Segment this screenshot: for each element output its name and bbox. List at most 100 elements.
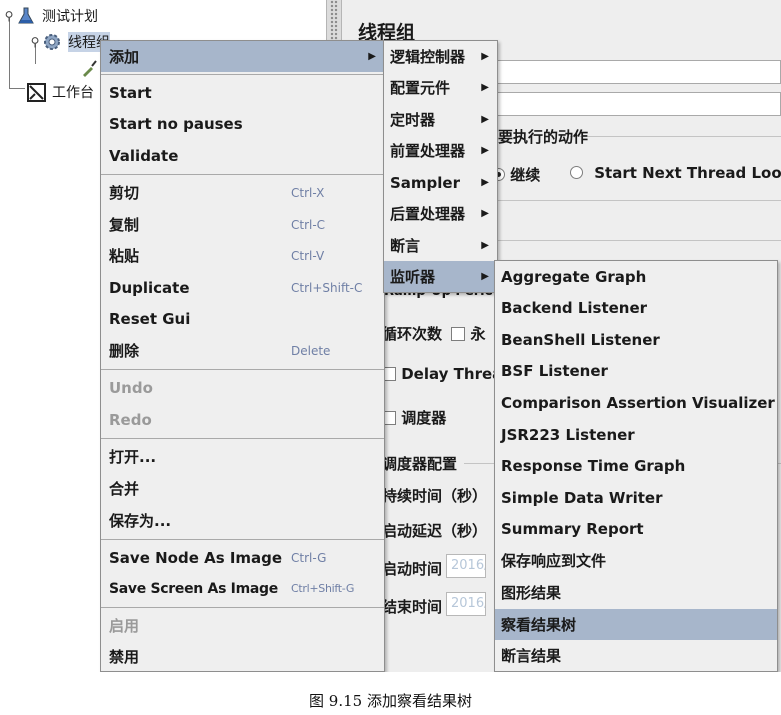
menu-item-label: JSR223 Listener (501, 425, 635, 444)
menu-item-open[interactable]: 打开... (101, 441, 384, 472)
menu-item-delete[interactable]: 删除 Delete (101, 335, 384, 366)
menu-item-disable[interactable]: 禁用 (101, 641, 384, 672)
tree-connector (9, 88, 25, 89)
submenu-arrow-icon: ▶ (481, 114, 489, 125)
menu-separator (101, 74, 384, 75)
submenu-arrow-icon: ▶ (481, 51, 489, 62)
menu-item-start[interactable]: Start (101, 77, 384, 108)
menu-item-label: Save Node As Image (109, 548, 283, 567)
menu-item-label: Summary Report (501, 520, 644, 539)
menu-item-listener-option[interactable]: Summary Report (495, 514, 777, 545)
menu-item-listener[interactable]: 监听器 ▶ (384, 261, 497, 292)
menu-item-label: Start (109, 83, 152, 102)
section-border (570, 136, 781, 137)
radio-button[interactable] (570, 166, 583, 179)
menu-item-label: 配置元件 (390, 79, 451, 97)
menu-item-label: 添加 (109, 48, 140, 66)
menu-item-label: Backend Listener (501, 299, 648, 318)
shortcut-label: Ctrl+Shift-C (291, 280, 363, 295)
end-time-field[interactable]: 2016/ (446, 592, 486, 616)
menu-item-listener-option[interactable]: Simple Data Writer (495, 482, 777, 513)
submenu-arrow-icon: ▶ (481, 240, 489, 251)
section-border (492, 200, 781, 201)
menu-item-redo: Redo (101, 404, 384, 435)
menu-separator (101, 539, 384, 540)
action-section-label: 要执行的动作 (498, 128, 589, 146)
pin-icon[interactable]: ⚲ (2, 9, 16, 23)
menu-item-listener-option[interactable]: 断言结果 (495, 640, 777, 671)
scheduler-row[interactable]: 调度器 (382, 407, 446, 428)
menu-item-save-screen-image[interactable]: Save Screen As Image Ctrl+Shift-G (101, 573, 384, 604)
menu-item-listener-option[interactable]: 察看结果树 (495, 608, 777, 640)
shortcut-label: Ctrl-X (291, 185, 325, 200)
menu-item-label: Duplicate (109, 278, 190, 297)
menu-item-listener-option[interactable]: Backend Listener (495, 293, 777, 324)
menu-item-label: 打开... (109, 448, 157, 466)
menu-item-listener-option[interactable]: BSF Listener (495, 356, 777, 387)
menu-item-start-no-pauses[interactable]: Start no pauses (101, 108, 384, 139)
menu-item-post-processor[interactable]: 后置处理器 ▶ (384, 198, 497, 229)
tree-node-child[interactable] (80, 58, 100, 78)
submenu-arrow-icon: ▶ (481, 177, 489, 188)
action-continue-option[interactable]: 继续 (492, 164, 540, 185)
menu-separator (101, 607, 384, 608)
submenu-arrow-icon: ▶ (368, 51, 376, 62)
menu-item-validate[interactable]: Validate (101, 140, 384, 171)
tree-node-thread-group[interactable]: ⚲ 线程组 (28, 32, 110, 52)
scheduler-config-label: 调度器配置 (382, 455, 458, 473)
tree-node-workbench[interactable]: 工作台 (26, 82, 94, 102)
menu-separator (101, 174, 384, 175)
submenu-arrow-icon: ▶ (481, 271, 489, 282)
menu-item-save-as[interactable]: 保存为... (101, 505, 384, 536)
start-time-field[interactable]: 2016/ (446, 554, 486, 578)
menu-item-sampler[interactable]: Sampler ▶ (384, 167, 497, 198)
menu-item-assertion[interactable]: 断言 ▶ (384, 230, 497, 261)
menu-item-reset-gui[interactable]: Reset Gui (101, 303, 384, 334)
menu-item-listener-option[interactable]: Comparison Assertion Visualizer (495, 387, 777, 418)
menu-item-label: Reset Gui (109, 309, 191, 328)
menu-item-label: 后置处理器 (390, 205, 466, 223)
menu-item-logic-controller[interactable]: 逻辑控制器 ▶ (384, 41, 497, 72)
menu-item-label: Simple Data Writer (501, 488, 663, 507)
menu-item-listener-option[interactable]: Response Time Graph (495, 451, 777, 482)
menu-item-add[interactable]: 添加 ▶ (101, 41, 384, 72)
menu-item-copy[interactable]: 复制 Ctrl-C (101, 209, 384, 240)
menu-item-label: BSF Listener (501, 362, 608, 381)
menu-item-label: 前置处理器 (390, 142, 466, 160)
flask-icon (16, 6, 38, 26)
menu-item-label: 粘贴 (109, 247, 140, 265)
menu-item-label: Start no pauses (109, 114, 243, 133)
jmeter-window: ⚲ 测试计划 ⚲ 线程组 工作台 线程组 要执行的动作 继续 Start Nex… (0, 0, 781, 672)
menu-item-config-element[interactable]: 配置元件 ▶ (384, 72, 497, 103)
menu-item-paste[interactable]: 粘贴 Ctrl-V (101, 240, 384, 271)
menu-item-label: 断言 (390, 237, 421, 255)
menu-item-label: 保存响应到文件 (501, 552, 607, 571)
menu-item-listener-option[interactable]: BeanShell Listener (495, 324, 777, 355)
menu-item-label: 复制 (109, 216, 140, 234)
menu-item-listener-option[interactable]: 保存响应到文件 (495, 545, 777, 576)
workbench-icon (26, 81, 48, 103)
menu-item-cut[interactable]: 剪切 Ctrl-X (101, 177, 384, 208)
broom-icon (80, 58, 100, 78)
section-border (492, 240, 781, 241)
menu-item-listener-option[interactable]: 图形结果 (495, 577, 777, 608)
menu-item-label: 察看结果树 (501, 615, 577, 634)
menu-item-save-node-image[interactable]: Save Node As Image Ctrl-G (101, 542, 384, 573)
menu-item-label: 定时器 (390, 111, 436, 129)
menu-item-label: Aggregate Graph (501, 267, 647, 286)
forever-checkbox[interactable] (451, 327, 466, 341)
menu-item-duplicate[interactable]: Duplicate Ctrl+Shift-C (101, 272, 384, 303)
tree-node-test-plan[interactable]: ⚲ 测试计划 (2, 6, 98, 26)
menu-item-pre-processor[interactable]: 前置处理器 ▶ (384, 135, 497, 166)
start-time-label: 启动时间 (382, 560, 443, 578)
forever-label: 永 (470, 325, 486, 343)
context-menu: 添加 ▶ Start Start no pauses Validate 剪切 Ct… (100, 40, 385, 672)
pin-icon[interactable]: ⚲ (28, 35, 42, 49)
menu-item-listener-option[interactable]: JSR223 Listener (495, 419, 777, 450)
action-start-next-option[interactable]: Start Next Thread Loop (570, 164, 781, 182)
menu-item-merge[interactable]: 合并 (101, 473, 384, 504)
menu-item-listener-option[interactable]: Aggregate Graph (495, 261, 777, 292)
end-time-label: 结束时间 (382, 598, 443, 616)
menu-item-timer[interactable]: 定时器 ▶ (384, 104, 497, 135)
menu-item-label: 图形结果 (501, 584, 562, 602)
